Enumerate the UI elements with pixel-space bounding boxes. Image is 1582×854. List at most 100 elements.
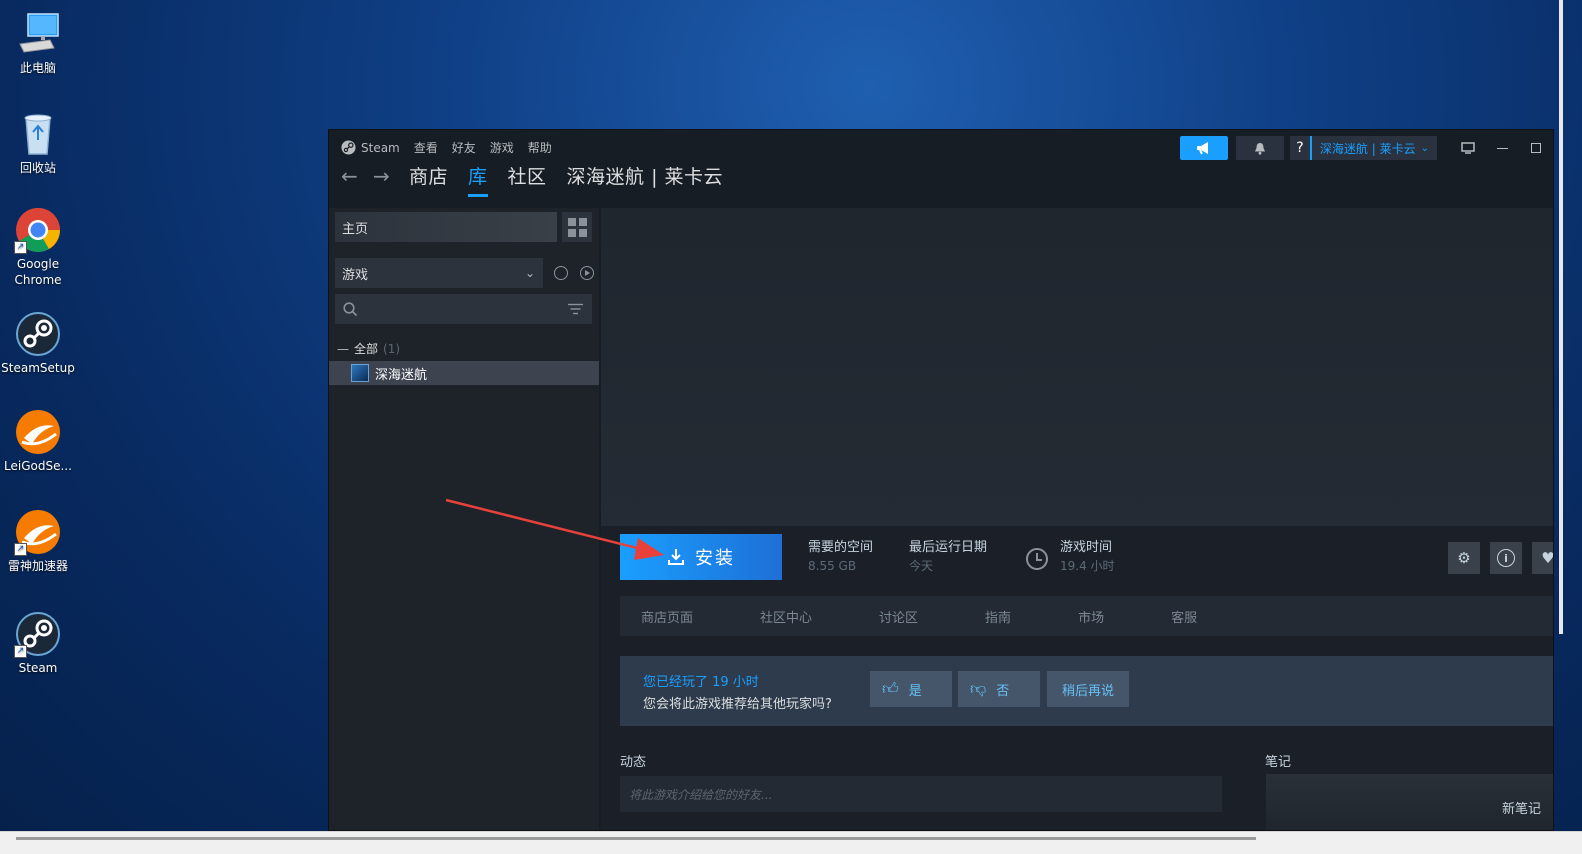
menu-games[interactable]: 游戏 [490,139,514,156]
steam-icon: ↗ [14,610,62,658]
title-bar: Steam 查看 好友 游戏 帮助 ← → 商店 库 社区 深海迷航 | 莱卡云 [329,130,1553,208]
vertical-scrollbar[interactable] [1556,0,1566,634]
later-label: 稍后再说 [1061,683,1114,699]
tab-guides[interactable]: 指南 [985,607,1011,626]
home-label: 主页 [342,221,369,237]
sidebar-game-item[interactable]: 深海迷航 [329,361,599,385]
shortcut-arrow-icon: ↗ [14,543,27,556]
scrollbar-thumb[interactable] [1559,0,1563,634]
new-note-button[interactable]: 新笔记 [1502,798,1541,817]
heart-icon: ♥ [1541,549,1554,567]
tab-community-hub[interactable]: 社区中心 [760,607,812,626]
yes-label: 是 [908,683,922,699]
recent-clock-icon[interactable] [554,266,568,280]
chrome-icon: ↗ [14,206,62,254]
collapse-icon: — [337,341,349,356]
forward-arrow-icon[interactable]: → [373,164,397,188]
search-icon [343,301,358,316]
library-home-button[interactable]: 主页 [335,212,557,242]
desktop-icon-chrome[interactable]: ↗ Google Chrome [0,206,76,288]
steam-window: Steam 查看 好友 游戏 帮助 ← → 商店 库 社区 深海迷航 | 莱卡云 [328,129,1554,831]
notes-heading: 笔记 [1265,755,1292,770]
top-right-controls: ? 深海迷航 | 莱卡云 ⌄ [1179,136,1553,160]
recommend-question: 您会将此游戏推荐给其他玩家吗? [643,697,832,712]
menu-help[interactable]: 帮助 [528,139,552,156]
recommend-later-button[interactable]: 稍后再说 [1047,671,1129,707]
announcements-button[interactable] [1179,136,1228,160]
maximize-button[interactable] [1519,136,1553,160]
recycle-bin-icon [14,110,62,158]
install-label: 安装 [695,548,735,569]
desktop-icon-label: SteamSetup [1,361,75,375]
tab-store-page[interactable]: 商店页面 [641,607,693,626]
scrollbar-thumb[interactable] [16,837,1256,840]
account-menu[interactable]: 深海迷航 | 莱卡云 ⌄ [1311,136,1437,160]
space-label: 需要的空间 [808,540,874,555]
nav-store[interactable]: 商店 [409,162,448,189]
game-settings-button[interactable]: ⚙ [1448,542,1480,574]
desktop-icon-label: Google Chrome [14,257,62,287]
filter-label: 游戏 [342,267,369,283]
nav-profile[interactable]: 深海迷航 | 莱卡云 [567,162,723,189]
library-filter-dropdown[interactable]: 游戏 ⌄ [335,258,543,288]
desktop-icon-leigod[interactable]: ↗ 雷神加速器 [0,508,76,574]
bell-icon [1254,142,1265,155]
library-search-input[interactable] [335,294,592,324]
favorite-button[interactable]: ♥ [1532,542,1554,574]
activity-heading: 动态 [620,755,647,770]
desktop-icon-steamsetup[interactable]: SteamSetup [0,310,76,376]
game-sub-nav: 商店页面 社区中心 讨论区 指南 市场 客服 [620,596,1553,636]
desktop-icon-label: 雷神加速器 [7,559,68,573]
category-label: 全部 [354,342,379,356]
grid-view-button[interactable] [562,212,592,242]
tab-discussions[interactable]: 讨论区 [879,607,918,626]
played-hours-text: 您已经玩了 19 小时 [643,675,759,690]
thumbs-down-icon: 👎︎ [970,679,987,698]
download-icon [668,549,684,565]
tab-market[interactable]: 市场 [1078,607,1104,626]
category-count: (1) [383,341,401,356]
leigod-icon [14,408,62,456]
desktop-icon-recycle-bin[interactable]: 回收站 [0,110,76,176]
horizontal-scrollbar[interactable] [0,831,1582,854]
menu-view[interactable]: 查看 [414,139,438,156]
desktop-icon-label: 此电脑 [19,61,56,75]
stat-disk-space: 需要的空间 8.55 GB [808,539,873,575]
game-info-button[interactable]: i [1490,542,1522,574]
activity-post-input[interactable]: 将此游戏介绍给您的好友... [620,776,1222,812]
nav-library[interactable]: 库 [468,162,488,197]
nav-community[interactable]: 社区 [508,162,547,189]
monitor-icon [1461,142,1475,154]
notes-panel: 新笔记 [1266,774,1553,830]
menu-friends[interactable]: 好友 [452,139,476,156]
main-nav: ← → 商店 库 社区 深海迷航 | 莱卡云 [341,162,743,197]
recommend-yes-button[interactable]: 👍︎ 是 [870,671,952,707]
back-arrow-icon[interactable]: ← [341,164,365,188]
minimize-button[interactable] [1485,136,1519,160]
shortcut-arrow-icon: ↗ [14,241,27,254]
category-all[interactable]: — 全部 (1) [337,340,400,357]
game-action-bar: 安装 需要的空间 8.55 GB 最后运行日期 今天 游戏时间 19.4 小时 … [601,526,1553,594]
notifications-button[interactable] [1235,136,1284,160]
desktop-icon-this-pc[interactable]: 此电脑 [0,10,76,76]
playtime-clock-icon [1026,548,1048,570]
play-filter-icon[interactable] [580,266,594,280]
no-label: 否 [996,683,1010,699]
desktop-icon-label: 回收站 [19,161,56,175]
install-button[interactable]: 安装 [620,534,782,580]
space-value: 8.55 GB [808,559,857,573]
help-button[interactable]: ? [1289,136,1312,160]
desktop-icon-leigodsetup[interactable]: LeiGodSe... [0,408,76,474]
playtime-label: 游戏时间 [1060,540,1113,555]
filter-icon[interactable] [567,303,584,315]
info-icon: i [1497,549,1515,567]
desktop-icon-steam[interactable]: ↗ Steam [0,610,76,676]
steam-menu[interactable]: Steam [341,140,400,155]
big-picture-button[interactable] [1451,136,1485,160]
recommend-no-button[interactable]: 👎︎ 否 [958,671,1040,707]
tab-support[interactable]: 客服 [1171,607,1197,626]
steam-logo-icon [341,140,356,155]
chevron-down-icon: ⌄ [524,266,535,280]
review-prompt: 您已经玩了 19 小时 您会将此游戏推荐给其他玩家吗? 👍︎ 是 👎︎ 否 稍后… [620,656,1553,726]
minimize-icon [1496,147,1508,149]
